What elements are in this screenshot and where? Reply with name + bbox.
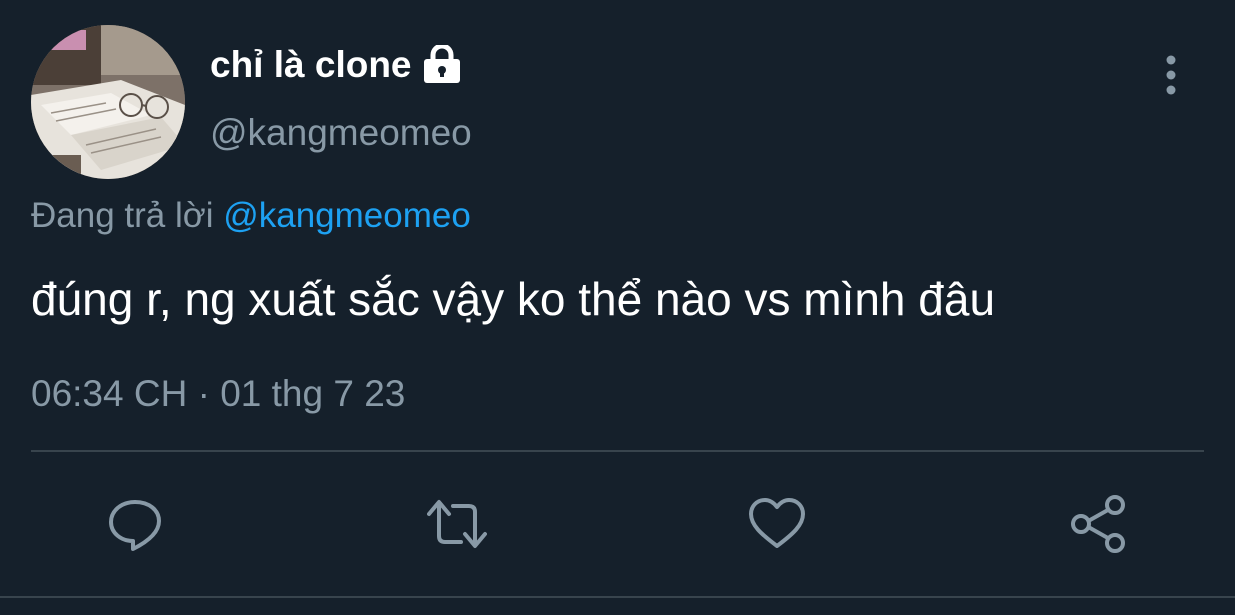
tweet-text: đúng r, ng xuất sắc vậy ko thể nào vs mì…: [31, 273, 996, 325]
reply-button[interactable]: [105, 494, 165, 554]
retweet-button[interactable]: [427, 494, 487, 554]
avatar-image: [31, 25, 185, 179]
like-button[interactable]: [747, 494, 807, 554]
replying-to: Đang trả lời @kangmeomeo: [31, 196, 471, 236]
display-name[interactable]: chỉ là clone: [210, 44, 412, 86]
reply-mention-link[interactable]: @kangmeomeo: [223, 196, 471, 235]
user-handle[interactable]: @kangmeomeo: [210, 112, 472, 154]
divider: [31, 450, 1204, 452]
more-vertical-icon[interactable]: [1155, 52, 1187, 98]
display-name-row: chỉ là clone: [210, 43, 462, 86]
lock-icon: [422, 43, 462, 85]
reply-prefix: Đang trả lời: [31, 196, 224, 235]
tweet-timestamp[interactable]: 06:34 CH · 01 thg 7 23: [31, 373, 405, 415]
share-button[interactable]: [1069, 494, 1129, 554]
bottom-divider: [0, 596, 1235, 598]
share-icon: [1071, 495, 1125, 553]
retweet-icon: [427, 500, 487, 548]
comment-icon: [109, 500, 161, 551]
heart-icon: [749, 498, 805, 548]
avatar[interactable]: [31, 25, 185, 179]
